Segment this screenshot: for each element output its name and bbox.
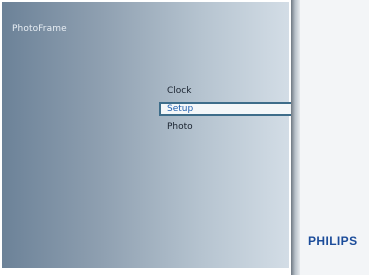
menu-item-clock[interactable]: Clock xyxy=(159,84,297,98)
screen-divider xyxy=(291,0,300,275)
menu-item-setup[interactable]: Setup xyxy=(159,102,297,116)
photoframe-window: PhotoFrame Clock Setup Photo PHILIPS xyxy=(0,0,369,275)
philips-logo: PHILIPS xyxy=(308,234,358,248)
main-menu: Clock Setup Photo xyxy=(159,84,297,138)
display-screen: PhotoFrame Clock Setup Photo xyxy=(2,2,297,268)
menu-item-photo[interactable]: Photo xyxy=(159,120,297,134)
app-title: PhotoFrame xyxy=(12,24,67,34)
